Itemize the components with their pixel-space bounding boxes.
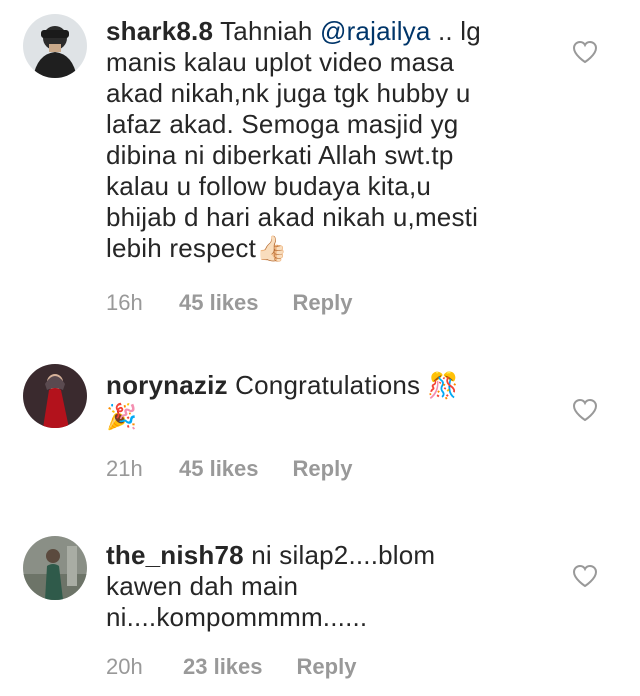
- comment-username[interactable]: norynaziz: [106, 370, 228, 400]
- comment-time: 20h: [106, 654, 143, 679]
- reply-button[interactable]: Reply: [297, 654, 357, 680]
- comment-meta: 20h 23 likes Reply: [106, 654, 356, 680]
- heart-icon[interactable]: [572, 398, 598, 422]
- heart-icon[interactable]: [572, 564, 598, 588]
- comment-username[interactable]: shark8.8: [106, 16, 213, 46]
- likes-count[interactable]: 23 likes: [183, 654, 263, 680]
- comment-time: 21h: [106, 456, 143, 481]
- comment-time: 16h: [106, 290, 143, 315]
- reply-button[interactable]: Reply: [293, 290, 353, 316]
- reply-button[interactable]: Reply: [293, 456, 353, 482]
- thumbs-up-emoji: 👍🏻: [256, 235, 288, 263]
- avatar[interactable]: [23, 14, 87, 78]
- comment-text: norynaziz Congratulations 🎊 🎉: [106, 370, 459, 432]
- avatar[interactable]: [23, 364, 87, 428]
- comment-item: norynaziz Congratulations 🎊 🎉 21h 45 lik…: [0, 350, 640, 500]
- mention-link[interactable]: @rajailya: [320, 16, 431, 46]
- likes-count[interactable]: 45 likes: [179, 290, 259, 316]
- comment-body: Tahniah: [213, 16, 320, 46]
- likes-count[interactable]: 45 likes: [179, 456, 259, 482]
- comment-text: shark8.8 Tahniah @rajailya .. lg manis k…: [106, 16, 481, 264]
- comment-meta: 16h 45 likes Reply: [106, 290, 352, 316]
- comment-item: shark8.8 Tahniah @rajailya .. lg manis k…: [0, 0, 640, 330]
- avatar[interactable]: [23, 536, 87, 600]
- heart-icon[interactable]: [572, 40, 598, 64]
- comment-meta: 21h 45 likes Reply: [106, 456, 352, 482]
- comment-username[interactable]: the_nish78: [106, 540, 244, 570]
- comment-item: the_nish78 ni silap2....blom kawen dah m…: [0, 522, 640, 696]
- comment-text: the_nish78 ni silap2....blom kawen dah m…: [106, 540, 435, 633]
- comment-body-cont: .. lg manis kalau uplot video masa akad …: [106, 16, 481, 263]
- comment-body: Congratulations: [227, 370, 428, 400]
